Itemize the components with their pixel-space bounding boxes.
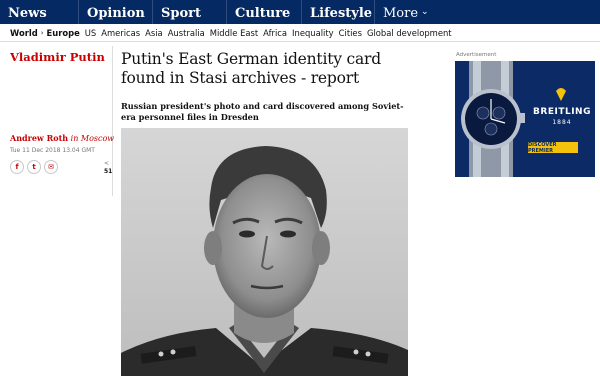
twitter-icon[interactable]: t <box>27 160 41 174</box>
ad-label: Advertisement <box>456 52 497 58</box>
section-title[interactable]: Vladimir Putin <box>10 50 105 64</box>
facebook-icon[interactable]: f <box>10 160 24 174</box>
nav-culture[interactable]: Culture <box>226 0 301 24</box>
share-count: < 51 <box>104 160 114 176</box>
subnav-australia[interactable]: Australia <box>168 28 205 38</box>
author-link[interactable]: Andrew Roth <box>10 133 68 143</box>
share-count-icon: < <box>104 160 110 167</box>
nav-sport[interactable]: Sport <box>152 0 226 24</box>
subnav-americas[interactable]: Americas <box>101 28 140 38</box>
portrait-photo <box>121 128 408 376</box>
nav-news[interactable]: News <box>0 0 78 24</box>
sub-navigation: World › Europe US Americas Asia Australi… <box>0 24 600 42</box>
article-main-image <box>121 128 408 376</box>
subnav-europe[interactable]: Europe <box>47 28 80 38</box>
nav-lifestyle-label: Lifestyle <box>310 5 373 21</box>
nav-news-label: News <box>8 5 47 21</box>
subnav-separator-icon: › <box>40 28 44 37</box>
facebook-glyph: f <box>15 163 19 171</box>
byline-location: in Moscow <box>70 134 115 143</box>
nav-more-label: More <box>383 5 419 21</box>
subnav-cities[interactable]: Cities <box>339 28 362 38</box>
subnav-africa[interactable]: Africa <box>263 28 287 38</box>
byline: Andrew Roth in Moscow <box>10 133 114 143</box>
nav-sport-label: Sport <box>161 5 202 21</box>
subnav-asia[interactable]: Asia <box>145 28 163 38</box>
article-headline: Putin's East German identity card found … <box>121 50 381 87</box>
subnav-inequality[interactable]: Inequality <box>292 28 334 38</box>
subnav-world[interactable]: World <box>10 28 38 38</box>
nav-opinion-label: Opinion <box>87 5 145 21</box>
chevron-down-icon: ⌄ <box>421 7 429 17</box>
ad-cta-button[interactable]: DISCOVER PREMIER <box>528 142 578 154</box>
twitter-glyph: t <box>32 163 36 171</box>
ad-brand-name: BREITLING <box>533 107 591 117</box>
nav-opinion[interactable]: Opinion <box>78 0 152 24</box>
subnav-us[interactable]: US <box>85 28 96 38</box>
ad-brand-year: 1884 <box>552 119 572 126</box>
email-glyph: ✉ <box>48 163 54 171</box>
email-icon[interactable]: ✉ <box>44 160 58 174</box>
subnav-middle-east[interactable]: Middle East <box>210 28 258 38</box>
article-standfirst: Russian president's photo and card disco… <box>121 101 404 122</box>
advertisement[interactable]: BREITLING 1884 DISCOVER PREMIER <box>455 61 595 177</box>
share-count-value: 51 <box>104 168 113 175</box>
top-navigation: News Opinion Sport Culture Lifestyle Mor… <box>0 0 600 24</box>
dateline: Tue 11 Dec 2018 13.04 GMT <box>10 147 95 154</box>
nav-more[interactable]: More ⌄ <box>374 0 600 24</box>
share-buttons: f t ✉ <box>10 160 58 174</box>
subnav-global-development[interactable]: Global development <box>367 28 452 38</box>
nav-culture-label: Culture <box>235 5 291 21</box>
nav-lifestyle[interactable]: Lifestyle <box>301 0 374 24</box>
